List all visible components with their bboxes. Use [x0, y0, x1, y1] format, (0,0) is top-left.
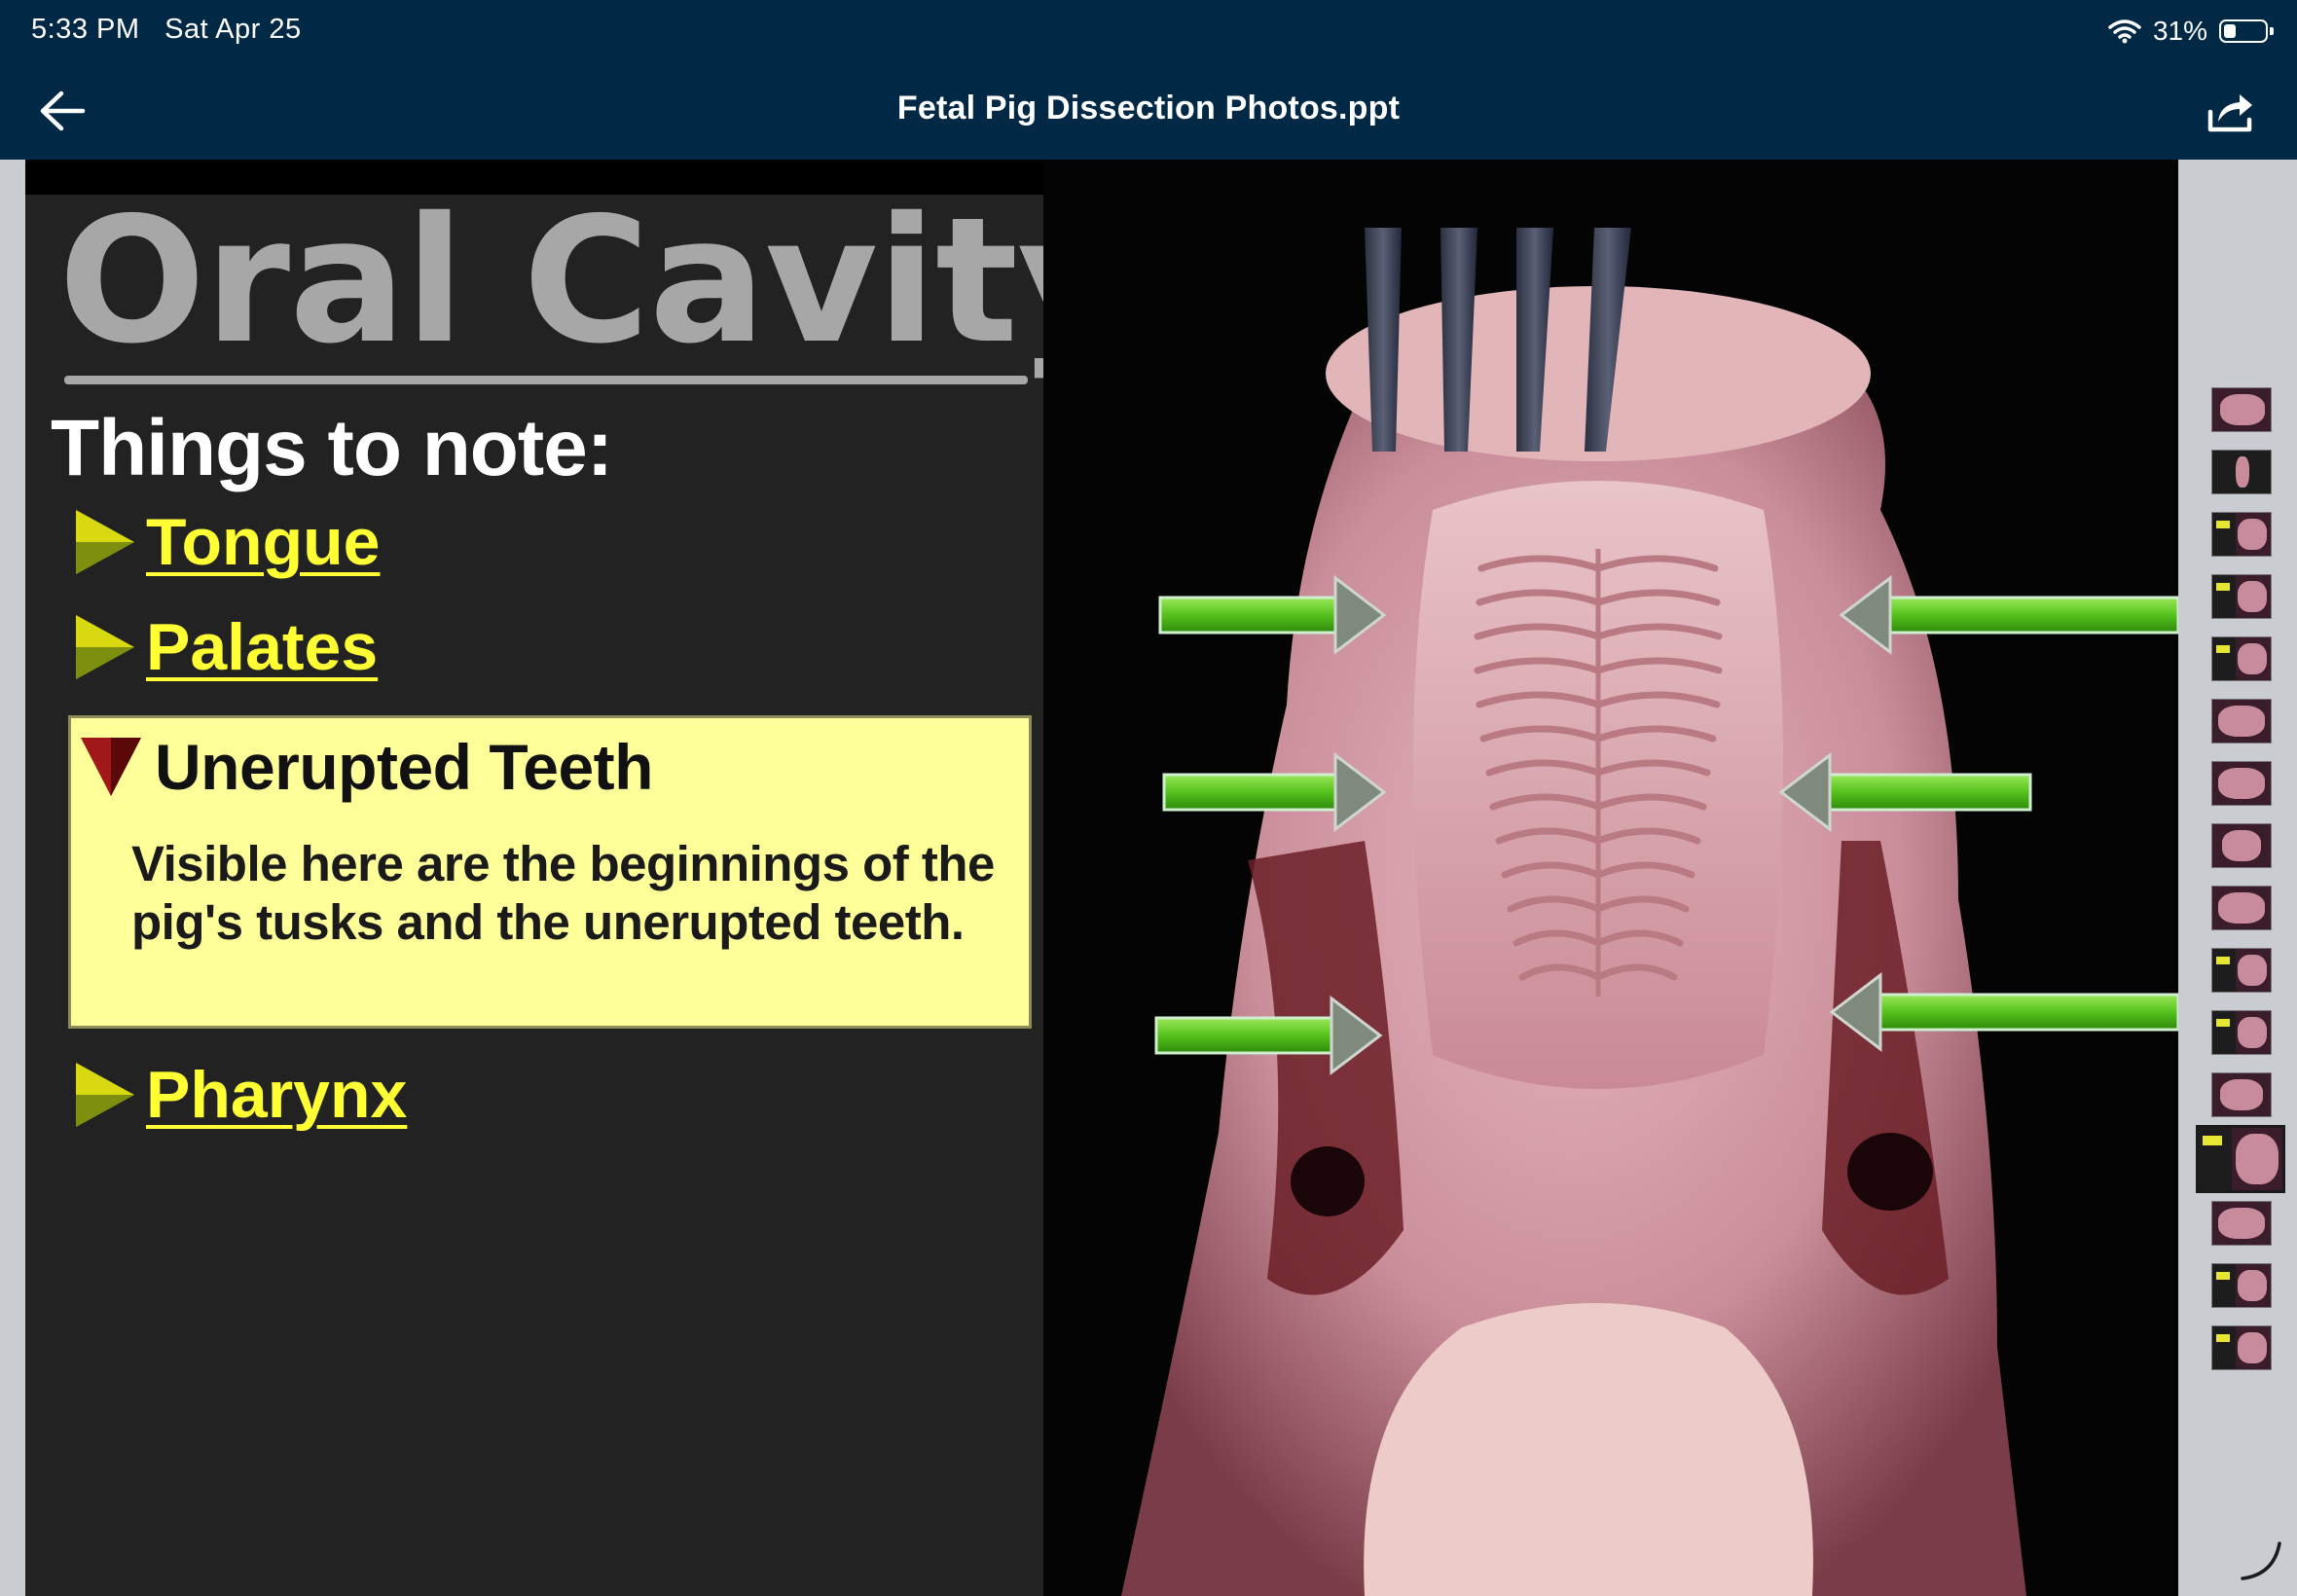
slide-thumbnail[interactable]	[2211, 823, 2272, 868]
callout-title-row[interactable]: Unerupted Teeth	[81, 730, 653, 804]
slide-text-panel: Oral Cavity Things to note: Tongue Palat…	[25, 195, 1130, 1596]
slide-canvas[interactable]: Oral Cavity Things to note: Tongue Palat…	[25, 160, 2178, 1596]
slide-thumbnail[interactable]	[2211, 948, 2272, 993]
slide-thumbnail[interactable]	[2211, 450, 2272, 494]
slide-thumbnail-active[interactable]	[2196, 1125, 2285, 1193]
triangle-right-icon	[76, 510, 134, 574]
status-clock: 5:33 PM	[31, 14, 140, 45]
slide-thumbnail[interactable]	[2211, 761, 2272, 806]
dissection-photo	[1043, 160, 2178, 1596]
slide-thumbnail-rail[interactable]	[2178, 160, 2297, 1596]
slide-thumbnail[interactable]	[2211, 1072, 2272, 1117]
heading-divider	[64, 376, 1028, 384]
bullet-link-tongue[interactable]: Tongue	[146, 504, 380, 580]
slide-thumbnail[interactable]	[2211, 886, 2272, 930]
battery-percent: 31%	[2152, 16, 2207, 46]
triangle-right-icon	[76, 1063, 134, 1127]
slide-thumbnail[interactable]	[2211, 574, 2272, 619]
document-title: Fetal Pig Dissection Photos.ppt	[896, 90, 1401, 127]
bullet-link-palates[interactable]: Palates	[146, 609, 378, 685]
slide-thumbnail[interactable]	[2211, 1263, 2272, 1308]
callout-title: Unerupted Teeth	[155, 731, 653, 803]
slide-thumbnail[interactable]	[2211, 387, 2272, 432]
slide-thumbnail[interactable]	[2211, 1325, 2272, 1370]
share-button[interactable]	[2196, 82, 2264, 144]
battery-icon	[2219, 19, 2274, 43]
status-date: Sat Apr 25	[164, 14, 302, 45]
bullet-palates[interactable]: Palates	[76, 609, 378, 685]
triangle-down-icon	[81, 738, 141, 796]
slide-thumbnail[interactable]	[2211, 1201, 2272, 1246]
slide-subheading: Things to note:	[51, 404, 613, 492]
status-time: 5:33 PM Sat Apr 25	[31, 14, 302, 46]
share-icon	[2207, 94, 2252, 132]
callout-body: Visible here are the beginnings of the p…	[131, 836, 995, 951]
bullet-pharynx[interactable]: Pharynx	[76, 1057, 407, 1133]
slide-thumbnail[interactable]	[2211, 636, 2272, 681]
nav-bar: Fetal Pig Dissection Photos.ppt	[0, 62, 2297, 160]
bullet-link-pharynx[interactable]: Pharynx	[146, 1057, 407, 1133]
status-bar: 5:33 PM Sat Apr 25 31%	[0, 0, 2297, 62]
triangle-right-icon	[76, 615, 134, 679]
slide-heading: Oral Cavity	[58, 180, 1130, 381]
wifi-icon	[2108, 19, 2141, 44]
slide-thumbnail[interactable]	[2211, 1010, 2272, 1055]
slide-thumbnail[interactable]	[2211, 699, 2272, 744]
callout-box: Unerupted Teeth Visible here are the beg…	[68, 715, 1032, 1029]
slide-thumbnail[interactable]	[2211, 512, 2272, 557]
status-indicators: 31%	[2108, 14, 2274, 49]
bullet-tongue[interactable]: Tongue	[76, 504, 380, 580]
resize-handle-icon[interactable]	[2237, 1536, 2283, 1582]
